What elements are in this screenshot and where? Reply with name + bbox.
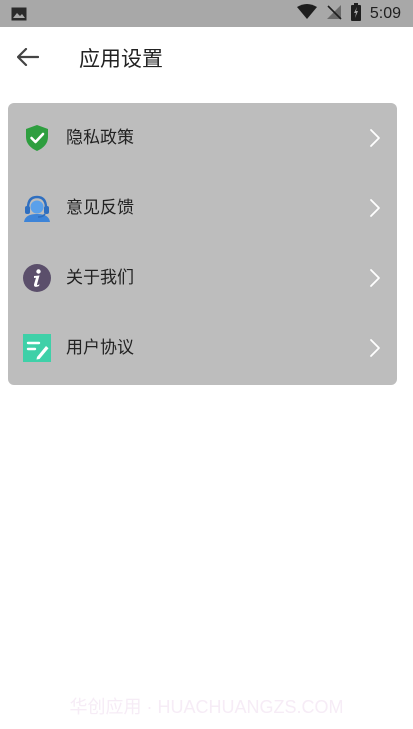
back-button[interactable]: [8, 39, 48, 79]
status-time: 5:09: [369, 5, 401, 22]
status-icons: 5:09: [296, 3, 401, 25]
arrow-left-icon: [16, 47, 40, 70]
watermark: 华创应用 · HUACHUANGZS.COM: [69, 697, 344, 717]
chevron-right-icon: [369, 268, 381, 288]
no-signal-icon: [326, 4, 342, 24]
settings-item-label: 隐私政策: [66, 128, 134, 148]
wifi-icon: [296, 4, 317, 24]
image-icon: [11, 6, 27, 21]
settings-item-about-us[interactable]: 关于我们: [8, 243, 397, 313]
settings-item-label: 意见反馈: [66, 198, 134, 218]
customer-service-icon: [22, 193, 52, 223]
battery-icon: [350, 3, 361, 25]
agreement-edit-icon: [22, 333, 52, 363]
settings-card: 隐私政策 意见反馈 关于我们 用户协议: [8, 103, 397, 385]
chevron-right-icon: [369, 198, 381, 218]
settings-item-privacy-policy[interactable]: 隐私政策: [8, 103, 397, 173]
chevron-right-icon: [369, 338, 381, 358]
app-bar: 应用设置: [0, 27, 413, 91]
chevron-right-icon: [369, 128, 381, 148]
status-bar: 5:09: [0, 0, 413, 27]
info-icon: [22, 263, 52, 293]
settings-item-label: 关于我们: [66, 268, 134, 288]
settings-item-feedback[interactable]: 意见反馈: [8, 173, 397, 243]
settings-item-label: 用户协议: [66, 338, 134, 358]
settings-item-user-agreement[interactable]: 用户协议: [8, 313, 397, 383]
shield-check-icon: [22, 123, 52, 153]
page-title: 应用设置: [79, 47, 163, 71]
